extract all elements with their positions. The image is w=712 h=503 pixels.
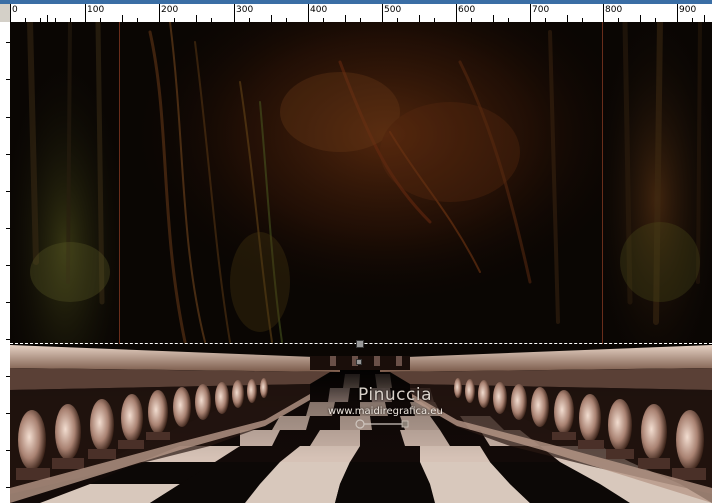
- ruler-tick: [196, 15, 197, 22]
- ruler-tick: [271, 15, 272, 22]
- ruler-tick: [704, 15, 705, 22]
- ruler-tick: [493, 15, 494, 22]
- ruler-tick: [345, 15, 346, 22]
- ruler-label-900: 900: [679, 5, 697, 15]
- watermark-title: Pinuccia: [358, 385, 432, 405]
- ruler-tick: [419, 15, 420, 22]
- ruler-label-300: 300: [236, 5, 254, 15]
- ruler-label-200: 200: [161, 5, 179, 15]
- ruler-tick: [640, 15, 641, 22]
- canvas-artwork: [10, 22, 712, 503]
- ruler-tick: [10, 4, 11, 22]
- ruler-tick: [456, 4, 457, 22]
- pivot-handle[interactable]: [356, 359, 362, 365]
- ruler-tick: [677, 4, 678, 22]
- move-handle-icon[interactable]: [354, 418, 414, 430]
- ruler-tick: [47, 15, 48, 22]
- ruler-tick: [234, 4, 235, 22]
- ruler-label-0: 0: [12, 5, 18, 15]
- ruler-tick: [122, 15, 123, 22]
- ruler-label-600: 600: [458, 5, 476, 15]
- ruler-tick: [159, 4, 160, 22]
- ruler-tick: [382, 4, 383, 22]
- ruler-label-500: 500: [384, 5, 402, 15]
- ruler-label-700: 700: [532, 5, 550, 15]
- ruler-tick: [530, 4, 531, 22]
- watermark-url: www.maidiregrafica.eu: [328, 406, 443, 417]
- ruler-label-800: 800: [605, 5, 623, 15]
- vertical-guide-left[interactable]: [119, 22, 120, 344]
- ruler-tick: [567, 15, 568, 22]
- ruler-tick: [308, 4, 309, 22]
- ruler-tick: [603, 4, 604, 22]
- ruler-label-400: 400: [310, 5, 328, 15]
- selection-handle[interactable]: [356, 340, 364, 348]
- horizontal-ruler[interactable]: 0 100 200 300 400 500 600 700 800 900: [10, 4, 712, 23]
- ruler-tick: [85, 4, 86, 22]
- image-canvas[interactable]: Pinuccia www.maidiregrafica.eu: [10, 22, 712, 503]
- ruler-label-100: 100: [87, 5, 105, 15]
- vertical-guide-right[interactable]: [602, 22, 603, 344]
